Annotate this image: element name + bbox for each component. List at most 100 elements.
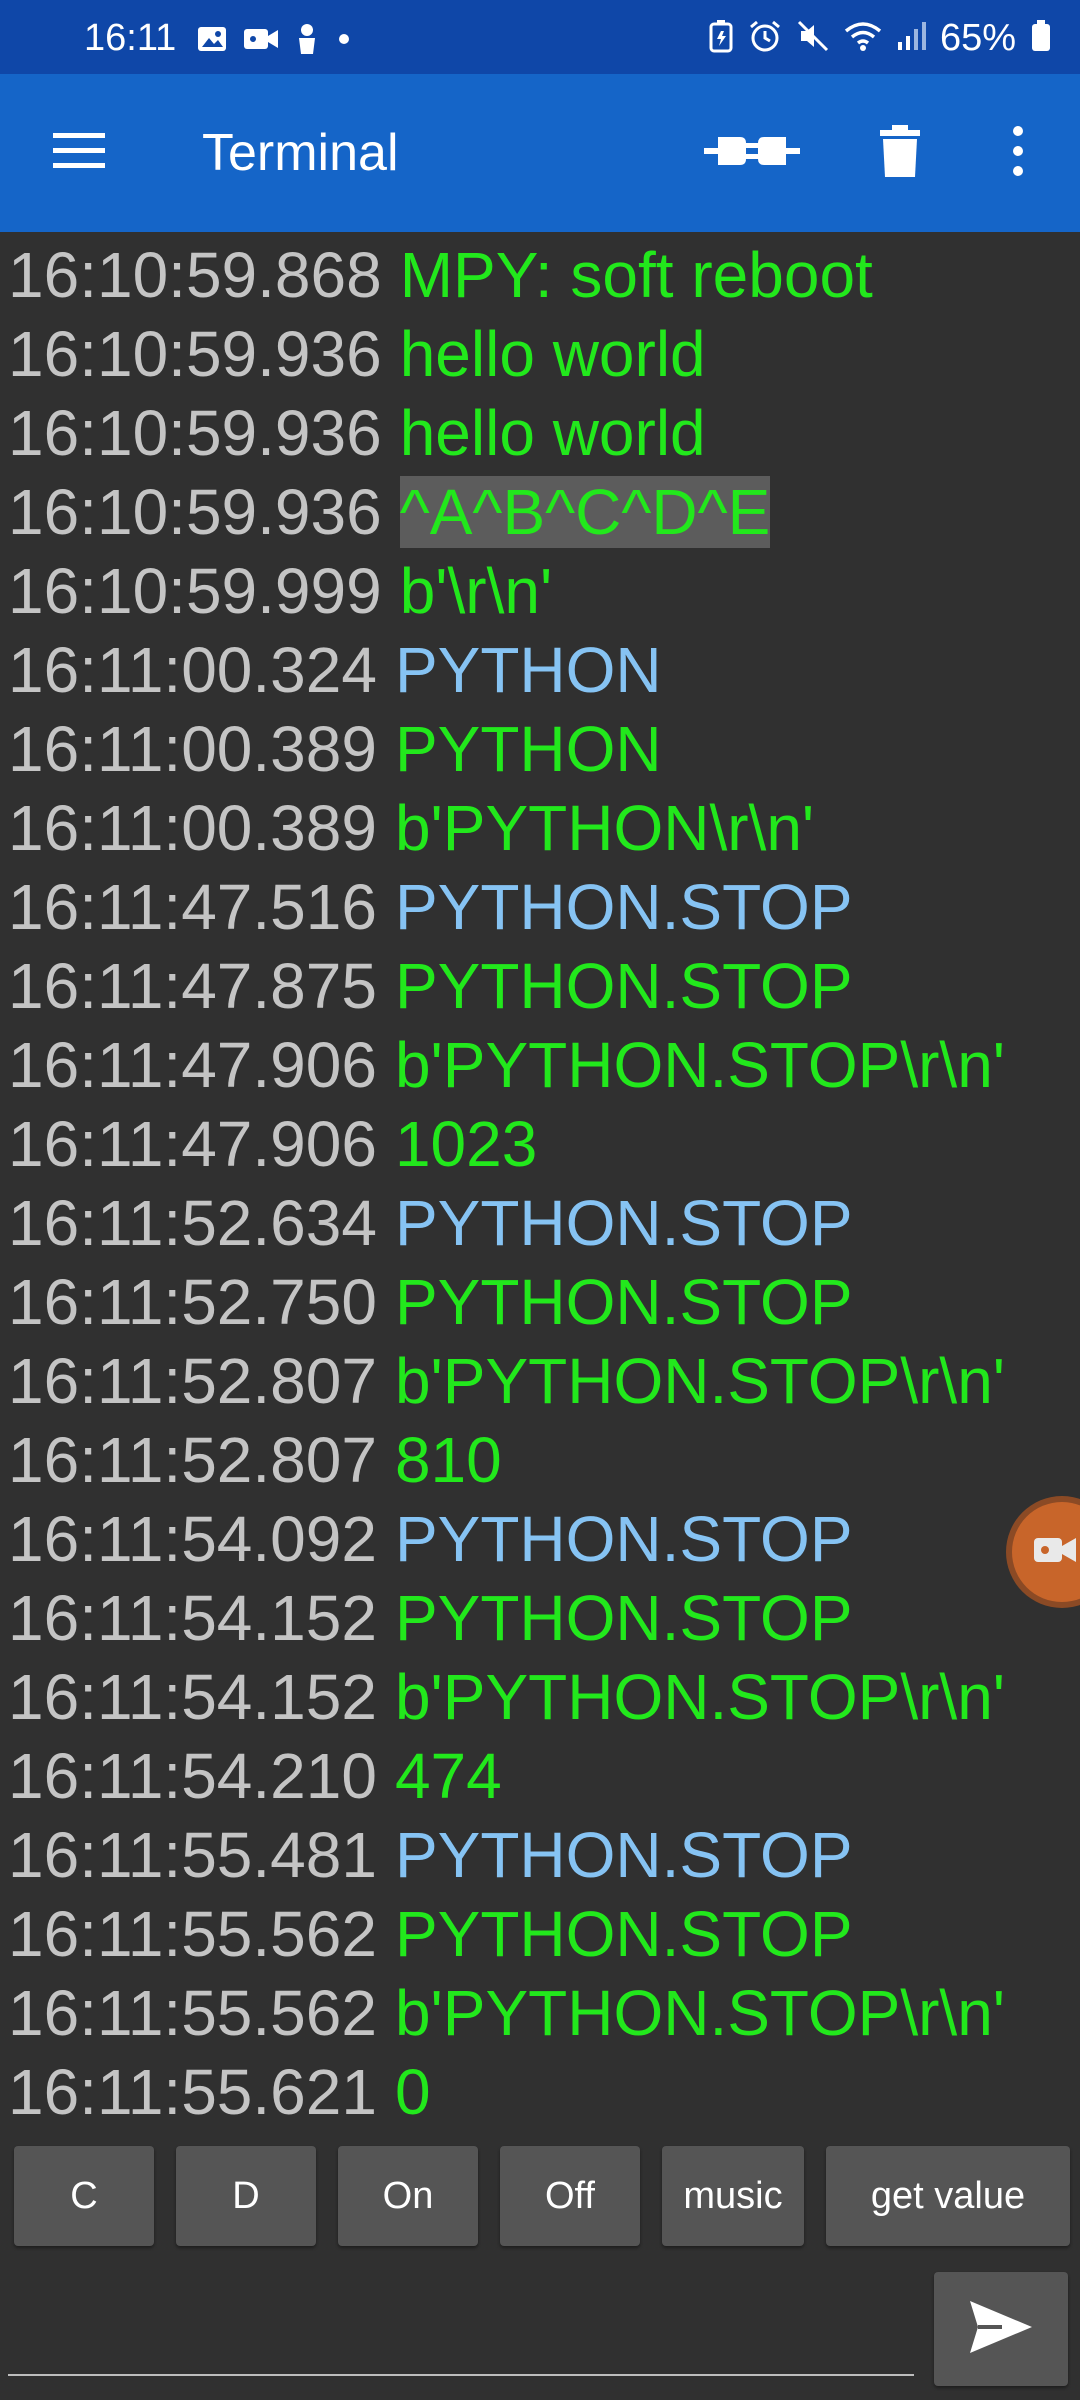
terminal-line[interactable]: 16:10:59.999 b'\r\n' <box>8 552 552 631</box>
macro-button-d[interactable]: D <box>176 2146 316 2246</box>
terminal-line[interactable]: 16:11:52.750 PYTHON.STOP <box>8 1263 853 1342</box>
terminal-line[interactable]: 16:11:00.389 b'PYTHON\r\n' <box>8 789 814 868</box>
more-vertical-icon <box>1011 125 1025 182</box>
line-timestamp: 16:10:59.936 <box>8 397 382 469</box>
line-message-received: 810 <box>394 1424 502 1496</box>
line-message-received: PYTHON.STOP <box>394 950 853 1022</box>
line-message-received: PYTHON.STOP <box>394 1582 853 1654</box>
terminal-line[interactable]: 16:11:54.152 PYTHON.STOP <box>8 1579 853 1658</box>
line-message-received: PYTHON.STOP <box>394 1266 853 1338</box>
alarm-icon <box>748 19 782 58</box>
macro-button-c[interactable]: C <box>14 2146 154 2246</box>
line-message-received: 1023 <box>394 1108 538 1180</box>
line-timestamp: 16:11:55.481 <box>8 1819 377 1891</box>
line-timestamp: 16:11:00.389 <box>8 713 377 785</box>
macro-button-music[interactable]: music <box>662 2146 804 2246</box>
line-message-received: b'PYTHON.STOP\r\n' <box>394 1029 1005 1101</box>
terminal-line[interactable]: 16:11:52.807 b'PYTHON.STOP\r\n' <box>8 1342 1005 1421</box>
line-message-received: PYTHON.STOP <box>394 1898 853 1970</box>
line-message-received: ^A^B^C^D^E <box>399 476 771 548</box>
line-timestamp: 16:11:47.875 <box>8 950 377 1022</box>
line-timestamp: 16:11:52.750 <box>8 1266 377 1338</box>
line-message-received: 0 <box>394 2056 431 2128</box>
status-right-icons: 65% <box>708 18 1052 58</box>
line-message-sent: PYTHON.STOP <box>394 1819 853 1891</box>
menu-icon <box>51 129 107 178</box>
terminal-line[interactable]: 16:11:55.621 0 <box>8 2053 431 2132</box>
line-message-sent: PYTHON <box>394 634 662 706</box>
line-timestamp: 16:11:55.562 <box>8 1898 377 1970</box>
terminal-line[interactable]: 16:11:55.481 PYTHON.STOP <box>8 1816 853 1895</box>
send-icon <box>968 2299 1034 2360</box>
line-message-sent: PYTHON.STOP <box>394 1503 853 1575</box>
line-timestamp: 16:11:52.807 <box>8 1424 377 1496</box>
command-input[interactable] <box>8 2280 914 2376</box>
line-timestamp: 16:11:00.324 <box>8 634 377 706</box>
macro-button-on[interactable]: On <box>338 2146 478 2246</box>
terminal-line[interactable]: 16:11:00.389 PYTHON <box>8 710 662 789</box>
line-timestamp: 16:10:59.936 <box>8 318 382 390</box>
status-time: 16:11 <box>84 17 177 59</box>
video-camera-icon <box>1032 1532 1078 1573</box>
terminal-line[interactable]: 16:11:47.906 b'PYTHON.STOP\r\n' <box>8 1026 1005 1105</box>
page-title: Terminal <box>202 124 399 182</box>
line-timestamp: 16:11:54.092 <box>8 1503 377 1575</box>
line-timestamp: 16:10:59.999 <box>8 555 382 627</box>
line-timestamp: 16:11:54.152 <box>8 1661 377 1733</box>
terminal-line[interactable]: 16:11:54.092 PYTHON.STOP <box>8 1500 853 1579</box>
delete-icon <box>878 123 922 184</box>
line-message-received: b'\r\n' <box>399 555 553 627</box>
line-message-received: b'PYTHON.STOP\r\n' <box>394 1977 1005 2049</box>
terminal-line[interactable]: 16:11:52.807 810 <box>8 1421 502 1500</box>
mute-icon <box>796 19 830 58</box>
connect-button[interactable] <box>700 114 804 192</box>
terminal-line[interactable]: 16:11:00.324 PYTHON <box>8 631 662 710</box>
line-message-received: b'PYTHON.STOP\r\n' <box>394 1345 1005 1417</box>
macro-button-bar: C D On Off music get value <box>0 2140 1080 2248</box>
line-message-sent: PYTHON.STOP <box>394 871 853 943</box>
more-options-button[interactable] <box>988 110 1048 196</box>
terminal-line[interactable]: 16:11:55.562 PYTHON.STOP <box>8 1895 853 1974</box>
terminal-line[interactable]: 16:11:54.210 474 <box>8 1737 502 1816</box>
line-timestamp: 16:11:55.562 <box>8 1977 377 2049</box>
dot-icon <box>334 23 354 60</box>
terminal-line[interactable]: 16:10:59.936 ^A^B^C^D^E <box>8 473 771 552</box>
battery-icon <box>1030 19 1052 58</box>
macro-button-off[interactable]: Off <box>500 2146 640 2246</box>
line-message-received: 474 <box>394 1740 502 1812</box>
line-timestamp: 16:11:54.210 <box>8 1740 377 1812</box>
terminal-line[interactable]: 16:11:47.906 1023 <box>8 1105 537 1184</box>
location-person-icon <box>294 22 320 61</box>
terminal-line[interactable]: 16:11:55.562 b'PYTHON.STOP\r\n' <box>8 1974 1005 2053</box>
delete-button[interactable] <box>858 110 942 196</box>
line-timestamp: 16:11:52.807 <box>8 1345 377 1417</box>
line-timestamp: 16:11:00.389 <box>8 792 377 864</box>
terminal-output[interactable]: 16:10:59.868 MPY: soft reboot 16:10:59.936… <box>0 232 1080 2132</box>
line-message-sent: PYTHON.STOP <box>394 1187 853 1259</box>
terminal-line[interactable]: 16:11:47.516 PYTHON.STOP <box>8 868 853 947</box>
video-icon <box>242 23 280 60</box>
line-timestamp: 16:11:54.152 <box>8 1582 377 1654</box>
terminal-line[interactable]: 16:11:47.875 PYTHON.STOP <box>8 947 853 1026</box>
line-timestamp: 16:11:47.906 <box>8 1029 377 1101</box>
line-timestamp: 16:10:59.936 <box>8 476 382 548</box>
battery-saver-icon <box>708 19 734 58</box>
input-area <box>0 2260 1080 2400</box>
terminal-line[interactable]: 16:10:59.936 hello world <box>8 394 706 473</box>
line-message-received: b'PYTHON\r\n' <box>394 792 815 864</box>
app-bar: Terminal <box>0 74 1080 232</box>
line-message-received: b'PYTHON.STOP\r\n' <box>394 1661 1005 1733</box>
menu-button[interactable] <box>34 118 124 188</box>
macro-button-get-value[interactable]: get value <box>826 2146 1070 2246</box>
terminal-line[interactable]: 16:11:52.634 PYTHON.STOP <box>8 1184 853 1263</box>
line-timestamp: 16:11:55.621 <box>8 2056 377 2128</box>
line-timestamp: 16:11:47.906 <box>8 1108 377 1180</box>
line-message-received: MPY: soft reboot <box>399 239 873 311</box>
send-button[interactable] <box>934 2272 1068 2386</box>
terminal-line[interactable]: 16:11:54.152 b'PYTHON.STOP\r\n' <box>8 1658 1005 1737</box>
gallery-icon <box>196 23 228 60</box>
line-timestamp: 16:10:59.868 <box>8 239 382 311</box>
line-message-received: hello world <box>399 318 706 390</box>
terminal-line[interactable]: 16:10:59.868 MPY: soft reboot <box>8 236 873 315</box>
terminal-line[interactable]: 16:10:59.936 hello world <box>8 315 706 394</box>
